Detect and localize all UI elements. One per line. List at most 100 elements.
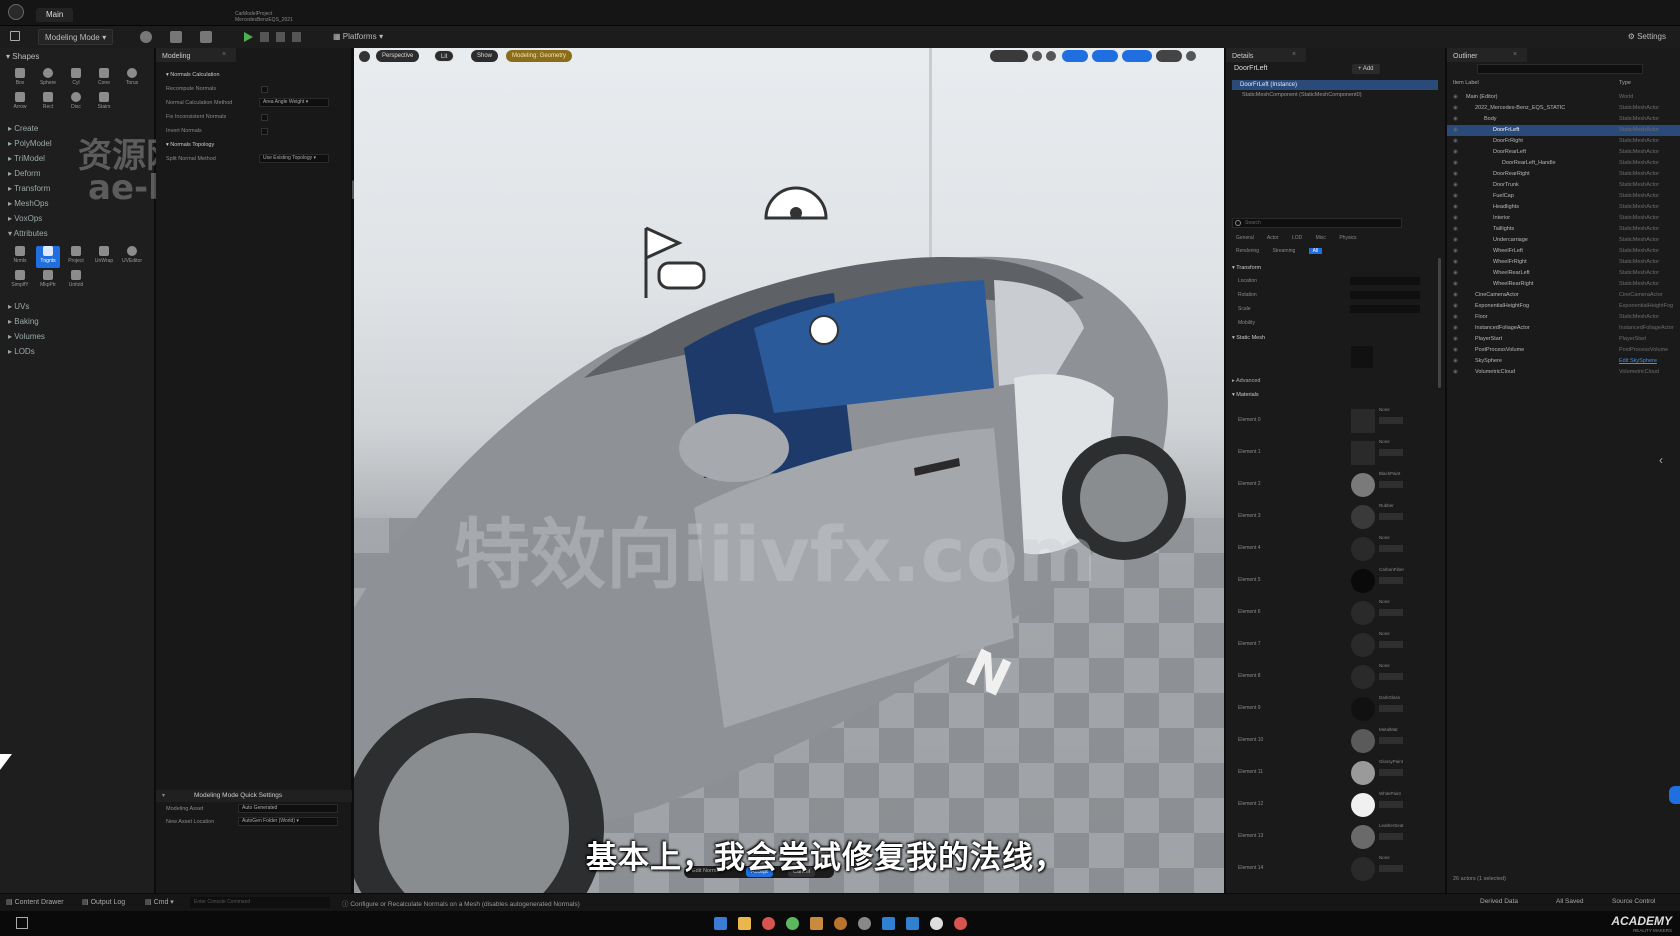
material-browse-icon[interactable] (1379, 641, 1403, 648)
show-button[interactable]: Show (471, 50, 499, 62)
visibility-eye-icon[interactable]: ◉ (1453, 103, 1458, 114)
material-thumbnail[interactable] (1351, 473, 1375, 497)
instance-row[interactable]: DoorFrLeft (Instance) (1232, 80, 1438, 90)
material-thumbnail[interactable] (1351, 601, 1375, 625)
material-name[interactable]: None (1379, 631, 1390, 636)
video-flag-icon[interactable] (16, 917, 28, 929)
outliner-row[interactable]: ◉ InstancedFoliageActor InstancedFoliageAc… (1447, 323, 1680, 334)
material-thumbnail[interactable] (1351, 441, 1375, 465)
cylinder-tool[interactable]: Cyl (64, 68, 88, 90)
derived-data-button[interactable]: Derived Data (1480, 898, 1518, 905)
visibility-eye-icon[interactable]: ◉ (1453, 246, 1458, 257)
material-name[interactable]: None (1379, 407, 1390, 412)
visibility-eye-icon[interactable]: ◉ (1453, 334, 1458, 345)
arrow-tool[interactable]: Arrow (8, 92, 32, 114)
app-icon-5[interactable] (882, 917, 895, 930)
viewport-options-icon[interactable] (359, 51, 370, 62)
content-drawer-button[interactable]: ▤ Content Drawer (6, 898, 64, 906)
visibility-eye-icon[interactable]: ◉ (1453, 367, 1458, 378)
outliner-row[interactable]: ◉ WheelFrLeft StaticMeshActor (1447, 246, 1680, 257)
disc-tool[interactable]: Disc (64, 92, 88, 114)
play-button[interactable] (244, 32, 253, 42)
material-browse-icon[interactable] (1379, 481, 1403, 488)
project-tool[interactable]: Project (64, 246, 88, 268)
col-item-label[interactable]: Item Label (1453, 80, 1479, 86)
details-tab[interactable]: Details × (1226, 48, 1306, 62)
visibility-eye-icon[interactable]: ◉ (1453, 136, 1458, 147)
outliner-row[interactable]: ◉ DoorRearLeft_Handle StaticMeshActor (1447, 158, 1680, 169)
level-tab[interactable]: Main (36, 8, 74, 22)
recompute-normals-checkbox[interactable] (261, 86, 268, 93)
material-name[interactable]: GlossyPaint (1379, 759, 1403, 764)
translate-icon[interactable] (1032, 51, 1042, 61)
filter-lod[interactable]: LOD (1292, 235, 1302, 241)
material-name[interactable]: WhitePaint (1379, 791, 1401, 796)
perspective-button[interactable]: Perspective (376, 50, 420, 62)
component-row[interactable]: StaticMeshComponent (StaticMeshComponent… (1242, 92, 1362, 98)
details-search-input[interactable]: Search (1232, 218, 1402, 228)
outliner-row[interactable]: ◉ WheelFrRight StaticMeshActor (1447, 257, 1680, 268)
category-voxops[interactable]: ▸ VoxOps (8, 214, 42, 223)
category-trimodel[interactable]: ▸ TriModel (8, 154, 45, 163)
category-meshops[interactable]: ▸ MeshOps (8, 199, 48, 208)
outliner-row[interactable]: ◉ FuelCap StaticMeshActor (1447, 191, 1680, 202)
app-icon-2[interactable] (810, 917, 823, 930)
invert-normals-checkbox[interactable] (261, 128, 268, 135)
outliner-row[interactable]: ◉ WheelRearLeft StaticMeshActor (1447, 268, 1680, 279)
material-name[interactable]: None (1379, 663, 1390, 668)
outliner-row[interactable]: ◉ ExponentialHeightFog ExponentialHeightFo… (1447, 301, 1680, 312)
material-name[interactable]: Rubber (1379, 503, 1394, 508)
category-volumes[interactable]: ▸ Volumes (8, 332, 45, 341)
filter-all[interactable]: All (1308, 248, 1323, 254)
unreal-logo-icon[interactable] (8, 4, 24, 20)
rotation-fields[interactable] (1350, 291, 1420, 299)
level-viewport[interactable]: N Perspective Lit Show Modeling: Geometr… (354, 48, 1224, 893)
transform-header[interactable]: ▾ Transform (1232, 265, 1261, 271)
stop-icon[interactable] (292, 32, 301, 42)
car-mesh[interactable]: N (354, 48, 1224, 893)
material-thumbnail[interactable] (1351, 793, 1375, 817)
select-mode-icon[interactable] (990, 50, 1028, 62)
settings-menu[interactable]: ⚙ Settings (1628, 31, 1666, 41)
outliner-row[interactable]: ◉ Floor StaticMeshActor (1447, 312, 1680, 323)
cinematics-icon[interactable] (200, 31, 212, 43)
sphere-tool[interactable]: Sphere (36, 68, 60, 90)
mode-dropdown[interactable]: Modeling Mode ▾ (38, 29, 114, 45)
material-thumbnail[interactable] (1351, 857, 1375, 881)
rect-tool[interactable]: Rect (36, 92, 60, 114)
outliner-search[interactable] (1477, 64, 1643, 74)
uveditor-tool[interactable]: UVEditor (120, 246, 144, 268)
grid-snap-icon[interactable] (1062, 50, 1088, 62)
close-icon[interactable]: × (1292, 48, 1296, 62)
app-icon-4[interactable] (858, 917, 871, 930)
app-icon-7[interactable] (954, 917, 967, 930)
blueprint-icon[interactable] (170, 31, 182, 43)
visibility-eye-icon[interactable]: ◉ (1453, 279, 1458, 290)
outliner-row[interactable]: ◉ VolumetricCloud VolumetricCloud (1447, 367, 1680, 378)
normal-calc-method-select[interactable]: Area Angle Weight ▾ (259, 98, 329, 107)
category-attributes[interactable]: ▾ Attributes (8, 229, 48, 238)
visibility-eye-icon[interactable]: ◉ (1453, 323, 1458, 334)
category-transform[interactable]: ▸ Transform (8, 184, 50, 193)
material-browse-icon[interactable] (1379, 801, 1403, 808)
material-thumbnail[interactable] (1351, 729, 1375, 753)
mode-chip[interactable]: Modeling: Geometry (506, 50, 573, 62)
material-browse-icon[interactable] (1379, 769, 1403, 776)
material-name[interactable]: BlackPaint (1379, 471, 1400, 476)
all-saved-button[interactable]: All Saved (1556, 898, 1583, 905)
outliner-row[interactable]: ◉ PostProcessVolume PostProcessVolume (1447, 345, 1680, 356)
outliner-row[interactable]: ◉ PlayerStart PlayerStart (1447, 334, 1680, 345)
material-browse-icon[interactable] (1379, 865, 1403, 872)
visibility-eye-icon[interactable]: ◉ (1453, 257, 1458, 268)
add-component-button[interactable]: + Add (1352, 64, 1380, 74)
filter-streaming[interactable]: Streaming (1272, 248, 1295, 254)
pause-icon[interactable] (276, 32, 285, 42)
material-browse-icon[interactable] (1379, 513, 1403, 520)
material-thumbnail[interactable] (1351, 569, 1375, 593)
visibility-eye-icon[interactable]: ◉ (1453, 235, 1458, 246)
visibility-eye-icon[interactable]: ◉ (1453, 202, 1458, 213)
fix-inconsistent-checkbox[interactable] (261, 114, 268, 121)
category-baking[interactable]: ▸ Baking (8, 317, 39, 326)
outliner-row[interactable]: ◉ CineCameraActor CineCameraActor (1447, 290, 1680, 301)
material-name[interactable]: None (1379, 535, 1390, 540)
